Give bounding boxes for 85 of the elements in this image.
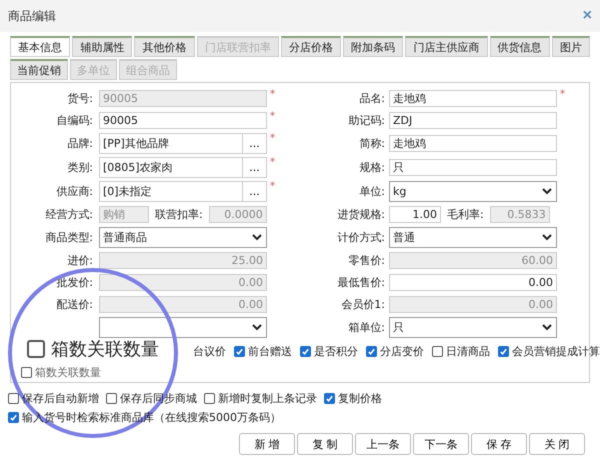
tab[interactable]: 门店主供应商 [405, 36, 488, 57]
field-label: 货号: [66, 91, 93, 106]
action-button[interactable]: 下一条 [413, 433, 469, 455]
action-button[interactable]: 上一条 [355, 433, 411, 455]
checkbox[interactable] [498, 346, 509, 357]
checkbox[interactable] [106, 393, 117, 404]
tab[interactable]: 图片 [552, 36, 590, 57]
input-field[interactable]: 只 [389, 159, 557, 176]
checkbox[interactable] [366, 346, 377, 357]
magnified-label: 箱数关联数量 [51, 338, 159, 361]
action-button[interactable]: 新 增 [239, 433, 295, 455]
field-label: 商品类型: [44, 230, 93, 245]
chevron-down-icon [542, 234, 552, 241]
checkbox[interactable] [8, 393, 19, 404]
required-mark: * [270, 111, 275, 122]
input-field[interactable]: 走地鸡 [389, 90, 557, 107]
tab[interactable]: 当前促销 [10, 59, 68, 80]
dropdown[interactable]: 普通 [389, 227, 557, 248]
window-title: 商品编辑 [8, 8, 56, 24]
field-label: 单位: [358, 184, 385, 199]
field-label: 箱单位: [347, 320, 385, 335]
action-button[interactable]: 关 闭 [529, 433, 585, 455]
checkbox[interactable] [300, 346, 311, 357]
tab[interactable]: 供货信息 [490, 36, 550, 57]
chevron-down-icon [542, 188, 552, 195]
checkbox[interactable] [204, 393, 215, 404]
field-label: 简称: [358, 136, 385, 151]
dropdown[interactable] [99, 317, 267, 338]
dropdown[interactable]: 只 [389, 317, 557, 338]
tab[interactable]: 基本信息 [10, 36, 70, 57]
chevron-down-icon [542, 324, 552, 331]
checkbox[interactable] [8, 412, 19, 423]
required-mark: * [270, 181, 275, 192]
dropdown[interactable]: kg [389, 181, 557, 202]
checkbox-label: 新增时复制上条记录 [218, 391, 317, 406]
checkbox-label: 复制价格 [338, 391, 382, 406]
field-label: 会员价1: [340, 297, 385, 312]
input-field[interactable]: ZDJ [389, 112, 557, 129]
input-field[interactable]: [PP]其他品牌 ... [99, 133, 267, 154]
field-label: 进货规格: [336, 207, 385, 222]
tab[interactable]: 其他价格 [134, 36, 195, 57]
required-mark: * [270, 89, 275, 100]
field-label: 联营扣率: [155, 207, 203, 222]
checkbox[interactable] [324, 393, 335, 404]
field-label: 类别: [66, 160, 93, 175]
input-field[interactable]: 90005 [99, 112, 267, 129]
checkbox[interactable] [21, 367, 32, 378]
field-label: 助记码: [347, 113, 385, 128]
input-field[interactable]: [0]未指定 ... [99, 181, 267, 202]
field-label: 规格: [358, 160, 385, 175]
field-label: 毛利率: [447, 207, 484, 222]
field-label: 品牌: [66, 136, 93, 151]
required-mark: * [560, 89, 565, 100]
chevron-down-icon [252, 234, 262, 241]
field-label: 经营方式: [44, 207, 93, 222]
action-button[interactable]: 复 制 [297, 433, 353, 455]
tab[interactable]: 分店价格 [280, 36, 342, 57]
field-label: 自编码: [55, 113, 93, 128]
field-label: 零售价: [347, 253, 385, 268]
input-field[interactable]: 0.00 [389, 274, 557, 291]
field-label: 计价方式: [336, 230, 385, 245]
field-label: 供应商: [55, 184, 93, 199]
field-label: 品名: [358, 91, 385, 106]
checkbox[interactable] [432, 346, 443, 357]
checkbox-label: 台议价 [193, 344, 226, 359]
input-field[interactable]: 1.00 [389, 206, 441, 223]
input-field[interactable]: [0805]农家肉 ... [99, 157, 267, 178]
checkbox-label: 前台赠送 [248, 344, 292, 359]
input-field[interactable]: 走地鸡 [389, 135, 557, 152]
tab[interactable]: 附加条码 [343, 36, 404, 57]
tab[interactable]: 辅助属性 [72, 36, 132, 57]
checkbox-label: 箱数关联数量 [35, 365, 101, 380]
field-label: 进价: [66, 253, 93, 268]
chevron-down-icon [252, 324, 262, 331]
dropdown[interactable]: 普通商品 [99, 227, 267, 248]
action-button[interactable]: 保 存 [471, 433, 527, 455]
checkbox-label: 日清商品 [446, 344, 490, 359]
required-mark: * [270, 133, 275, 144]
checkbox-label: 会员营销提成计算 [512, 344, 600, 359]
checkbox-label: 是否积分 [314, 344, 358, 359]
checkbox[interactable] [234, 346, 245, 357]
field-label: 最低售价: [336, 275, 385, 290]
field-label: 配送价: [55, 297, 93, 312]
checkbox-label: 分店变价 [380, 344, 424, 359]
required-mark: * [270, 157, 275, 168]
